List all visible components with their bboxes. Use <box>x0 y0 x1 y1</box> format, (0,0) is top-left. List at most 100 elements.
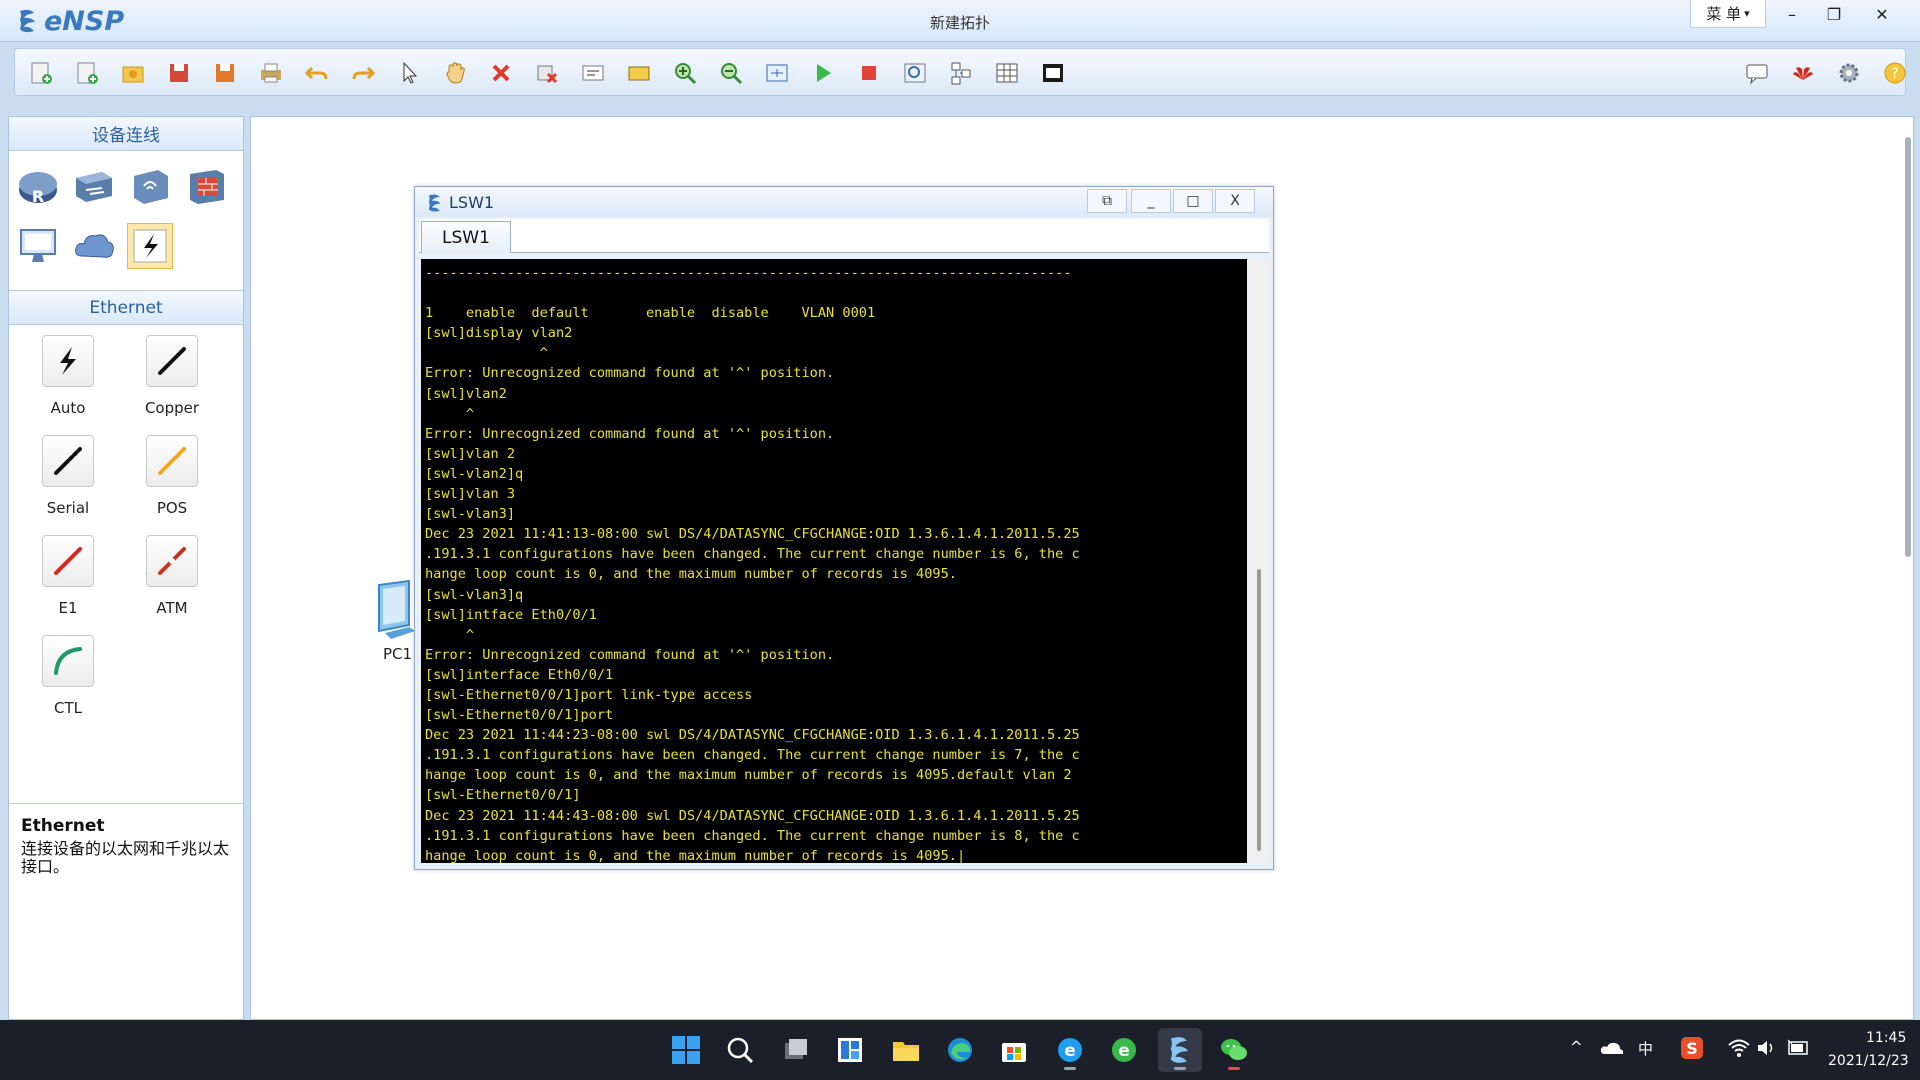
connection-category[interactable] <box>127 223 173 269</box>
console-detach-button[interactable]: ⧉ <box>1087 189 1127 213</box>
zoom-out-icon <box>721 63 743 85</box>
huawei-logo-icon <box>1793 67 1813 80</box>
cable-ctl[interactable]: CTL <box>23 635 113 725</box>
new-topology-button[interactable] <box>25 57 57 89</box>
cable-label: Auto <box>50 399 86 417</box>
delete-button[interactable] <box>485 57 517 89</box>
window-title: 新建拓扑 <box>929 14 990 32</box>
router-category[interactable]: R <box>15 163 61 209</box>
wifi-icon[interactable] <box>1728 1038 1750 1058</box>
save-as-button[interactable] <box>209 57 241 89</box>
cable-auto[interactable]: Auto <box>23 335 113 425</box>
cable-copper[interactable]: Copper <box>127 335 217 425</box>
wechat-icon <box>1221 1039 1247 1060</box>
grid-button[interactable] <box>991 57 1023 89</box>
huawei-button[interactable] <box>1787 57 1819 89</box>
cable-serial[interactable]: Serial <box>23 435 113 525</box>
open-icon <box>122 66 144 83</box>
tab-lsw1[interactable]: LSW1 <box>421 221 511 253</box>
browser-button[interactable]: e <box>1102 1028 1146 1072</box>
print-button[interactable] <box>255 57 287 89</box>
new-example-button[interactable] <box>71 57 103 89</box>
device-category-grid: R <box>9 151 243 291</box>
topology-button[interactable] <box>945 57 977 89</box>
topology-icon <box>951 62 971 85</box>
connection-icon <box>133 229 167 263</box>
terminal-output[interactable]: ----------------------------------------… <box>421 259 1247 863</box>
svg-text:S: S <box>1686 1039 1698 1058</box>
pc-category[interactable] <box>15 223 61 269</box>
wireless-category[interactable] <box>127 163 173 209</box>
terminal-line: [swl]vlan2 <box>425 385 507 402</box>
store-button[interactable] <box>992 1028 1036 1072</box>
edge-button[interactable] <box>938 1028 982 1072</box>
switch-category[interactable] <box>71 163 117 209</box>
grid-icon <box>996 63 1018 83</box>
console-maximize-button[interactable]: □ <box>1173 189 1213 213</box>
wechat-button[interactable] <box>1212 1028 1256 1072</box>
volume-icon[interactable] <box>1756 1038 1778 1058</box>
select-button[interactable] <box>393 57 425 89</box>
chat-button[interactable] <box>1741 57 1773 89</box>
window-minimize-button[interactable]: – <box>1772 0 1812 28</box>
capture-button[interactable] <box>899 57 931 89</box>
stop-device-button[interactable] <box>853 57 885 89</box>
zoom-out-button[interactable] <box>715 57 747 89</box>
open-button[interactable] <box>117 57 149 89</box>
cloud-category[interactable] <box>71 223 117 269</box>
terminal-scrollbar[interactable] <box>1249 259 1269 863</box>
fit-window-button[interactable] <box>761 57 793 89</box>
cable-pos[interactable]: POS <box>127 435 217 525</box>
canvas-scrollbar[interactable] <box>1905 137 1911 557</box>
widgets-button[interactable] <box>828 1028 872 1072</box>
start-device-button[interactable] <box>807 57 839 89</box>
battery-icon[interactable] <box>1786 1038 1810 1058</box>
running-indicator <box>1174 1067 1186 1070</box>
save-as-icon <box>216 64 234 82</box>
window-restore-button[interactable]: ❐ <box>1814 0 1854 28</box>
new-example-icon <box>77 62 98 84</box>
tray-overflow-button[interactable]: ^ <box>1570 1038 1583 1056</box>
clock-date[interactable]: 2021/12/23 <box>1828 1053 1909 1069</box>
undo-button[interactable] <box>301 57 333 89</box>
window-close-button[interactable]: ✕ <box>1862 0 1902 28</box>
screenshot-button[interactable] <box>1037 57 1069 89</box>
svg-text:e: e <box>1118 1041 1130 1061</box>
cable-e1[interactable]: E1 <box>23 535 113 625</box>
zoom-in-button[interactable] <box>669 57 701 89</box>
start-button[interactable] <box>664 1028 708 1072</box>
text-button[interactable] <box>577 57 609 89</box>
console-titlebar[interactable]: LSW1 ⧉ _ □ X <box>415 187 1273 217</box>
search-button[interactable] <box>718 1028 762 1072</box>
copper-cable-icon <box>158 347 186 375</box>
ie-button[interactable]: e <box>1048 1028 1092 1072</box>
fit-window-icon <box>766 64 788 82</box>
settings-button[interactable] <box>1833 57 1865 89</box>
firewall-category[interactable] <box>183 163 229 209</box>
ime-indicator[interactable]: 中 <box>1638 1038 1653 1059</box>
description-box: Ethernet 连接设备的以太网和千兆以太接口。 <box>9 803 245 1019</box>
task-view-button[interactable] <box>774 1028 818 1072</box>
delete-all-links-button[interactable] <box>531 57 563 89</box>
terminal-lines: ----------------------------------------… <box>425 263 1243 863</box>
console-close-button[interactable]: X <box>1215 189 1255 213</box>
cable-atm[interactable]: ATM <box>127 535 217 625</box>
ensp-taskbar-button[interactable] <box>1158 1028 1202 1072</box>
sogou-input-icon[interactable]: S <box>1680 1036 1704 1060</box>
main-menu-button[interactable]: 菜 单 ▾ <box>1690 0 1766 28</box>
redo-button[interactable] <box>347 57 379 89</box>
console-tabbar: LSW1 <box>419 219 1269 253</box>
auto-cable-icon <box>60 347 76 375</box>
start-device-icon <box>817 64 831 82</box>
terminal-line: .191.3.1 configurations have been change… <box>425 747 1080 764</box>
clock-time[interactable]: 11:45 <box>1866 1030 1906 1046</box>
help-button[interactable]: ? <box>1879 57 1911 89</box>
terminal-scrollbar-thumb[interactable] <box>1257 569 1261 851</box>
file-explorer-button[interactable] <box>884 1028 928 1072</box>
console-window[interactable]: LSW1 ⧉ _ □ X LSW1 ----------------------… <box>414 186 1274 870</box>
save-button[interactable] <box>163 57 195 89</box>
pan-button[interactable] <box>439 57 471 89</box>
onedrive-icon[interactable] <box>1600 1040 1624 1056</box>
console-minimize-button[interactable]: _ <box>1131 189 1171 213</box>
rectangle-button[interactable] <box>623 57 655 89</box>
